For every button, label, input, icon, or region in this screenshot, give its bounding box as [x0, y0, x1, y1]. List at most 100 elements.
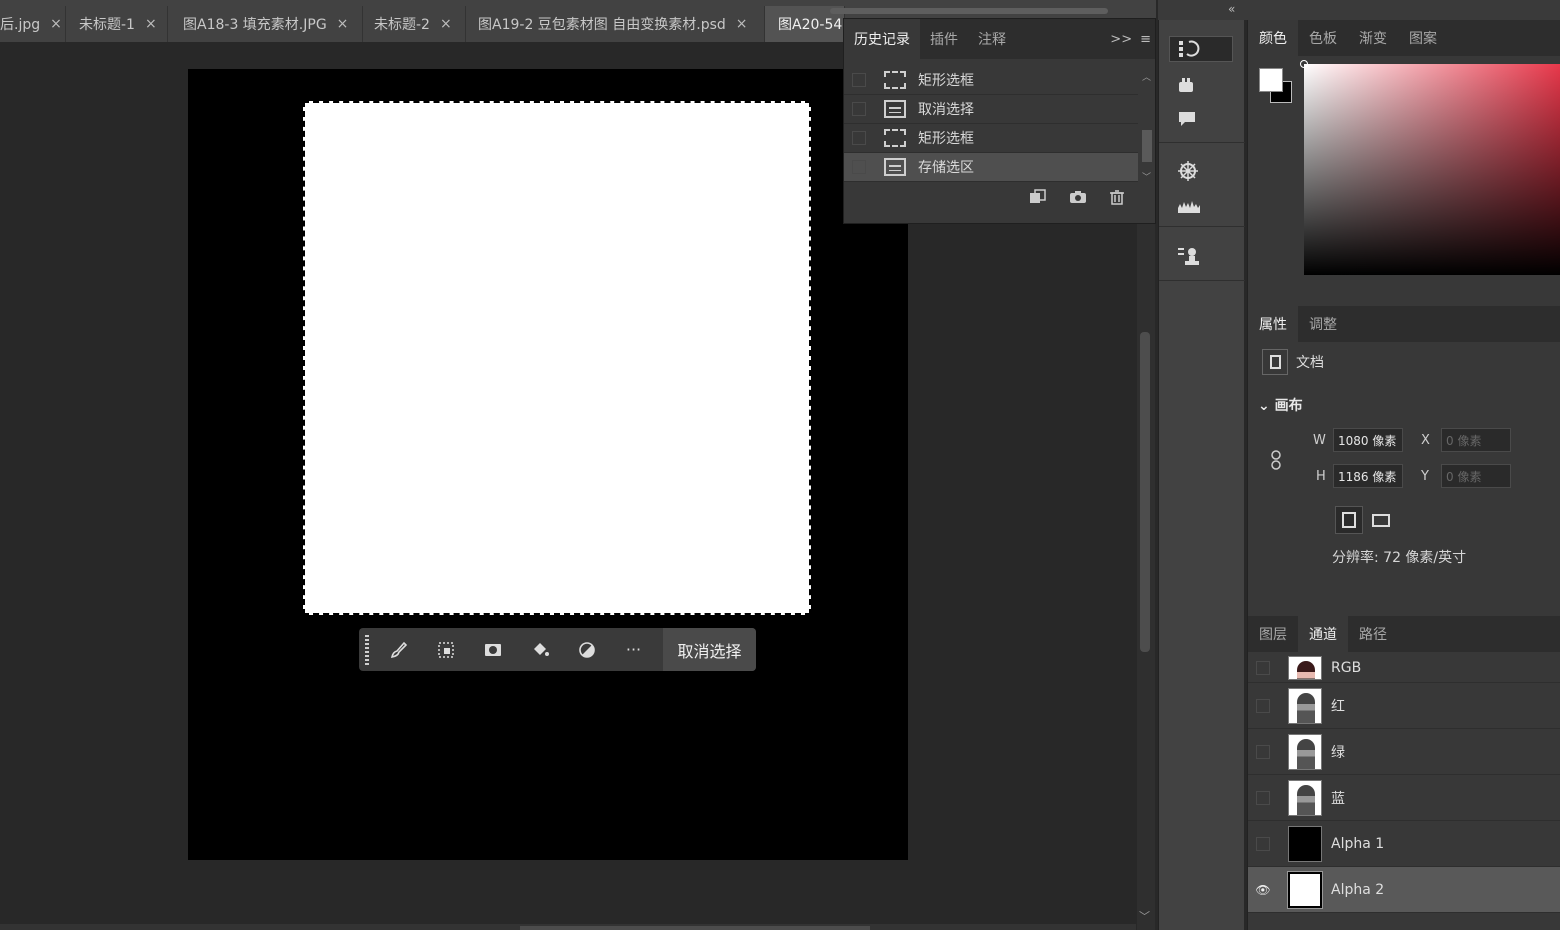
close-icon[interactable]: × [736, 16, 748, 32]
tab-scrollbar[interactable] [830, 8, 1108, 14]
y-field[interactable]: 0 像素 [1441, 464, 1511, 488]
histogram-icon[interactable] [1169, 192, 1233, 218]
doc-tab-1[interactable]: 未标题-1 × [66, 6, 168, 42]
collapse-icon[interactable]: « [1228, 2, 1235, 16]
history-scrollbar[interactable]: ︿ ﹀ [1140, 66, 1154, 184]
scrollbar-thumb[interactable] [1140, 332, 1150, 652]
tab-patterns[interactable]: 图案 [1398, 20, 1448, 56]
chevron-down-icon[interactable]: ﹀ [1139, 908, 1150, 924]
color-picker-field[interactable] [1300, 60, 1560, 275]
scrollbar-thumb[interactable] [1142, 130, 1152, 162]
channel-row-blue[interactable]: 蓝 [1248, 775, 1560, 821]
portrait-orientation-button[interactable] [1335, 506, 1363, 534]
horizontal-scrollbar[interactable] [0, 924, 1136, 930]
snapshot-checkbox[interactable] [852, 160, 866, 174]
expand-icon[interactable]: >> [1110, 32, 1132, 47]
snapshot-checkbox[interactable] [852, 102, 866, 116]
mask-icon[interactable] [469, 628, 516, 671]
tab-notes[interactable]: 注释 [968, 19, 1016, 59]
x-field[interactable]: 0 像素 [1441, 428, 1511, 452]
tab-swatches[interactable]: 色板 [1298, 20, 1348, 56]
rectangular-selection[interactable] [303, 101, 811, 615]
canvas-section-toggle[interactable]: ⌄ 画布 [1258, 395, 1303, 415]
close-icon[interactable]: × [50, 16, 62, 32]
close-icon[interactable]: × [145, 16, 157, 32]
tab-layers[interactable]: 图层 [1248, 616, 1298, 652]
history-icon[interactable] [1169, 36, 1233, 62]
fill-bucket-icon[interactable] [516, 628, 563, 671]
channel-row-alpha-2[interactable]: 👁 Alpha 2 [1248, 867, 1560, 913]
doc-tab-2[interactable]: 图A18-3 填充素材.JPG × [168, 6, 363, 42]
doc-tab-4[interactable]: 图A19-2 豆包素材图 自由变换素材.psd × [466, 6, 765, 42]
menu-icon[interactable]: ≡ [1140, 32, 1151, 47]
visibility-toggle[interactable] [1256, 744, 1270, 759]
adjustment-icon[interactable] [563, 628, 610, 671]
doc-tab-label: 图A19-2 豆包素材图 自由变换素材.psd [478, 17, 726, 33]
drag-handle-icon[interactable] [359, 628, 375, 671]
trash-icon[interactable] [1109, 189, 1125, 205]
history-item[interactable]: 矩形选框 [844, 66, 1138, 95]
brush-icon[interactable] [375, 628, 422, 671]
document-icon [884, 100, 906, 118]
snapshot-checkbox[interactable] [852, 131, 866, 145]
doc-tab-3[interactable]: 未标题-2 × [363, 6, 466, 42]
tab-adjustments[interactable]: 调整 [1298, 306, 1348, 342]
history-item[interactable]: 取消选择 [844, 95, 1138, 124]
channel-row-green[interactable]: 绿 [1248, 729, 1560, 775]
more-icon[interactable]: ··· [610, 628, 657, 671]
visibility-toggle[interactable] [1256, 836, 1270, 851]
width-field[interactable]: 1080 像素 [1333, 428, 1403, 452]
chevron-down-icon[interactable]: ﹀ [1142, 170, 1151, 183]
color-panel-tabs: 颜色 色板 渐变 图案 [1248, 20, 1560, 56]
channel-row-rgb[interactable]: RGB [1248, 654, 1560, 683]
camera-icon[interactable] [1069, 189, 1087, 205]
history-item-label: 取消选择 [918, 102, 974, 118]
divider [1159, 226, 1245, 227]
channel-name: Alpha 1 [1331, 835, 1385, 852]
close-icon[interactable]: × [337, 16, 349, 32]
doc-tab-label: 图A20-54 [778, 17, 843, 33]
channel-row-alpha-1[interactable]: Alpha 1 [1248, 821, 1560, 867]
visibility-toggle[interactable] [1256, 661, 1270, 675]
tab-gradients[interactable]: 渐变 [1348, 20, 1398, 56]
tab-channels[interactable]: 通道 [1298, 616, 1348, 652]
doc-tab-label: 未标题-1 [79, 17, 135, 33]
new-document-from-state-icon[interactable] [1029, 189, 1047, 205]
history-item-selected[interactable]: 存储选区 [844, 153, 1138, 182]
plugin-icon[interactable] [1169, 72, 1233, 98]
visibility-toggle[interactable] [1256, 698, 1270, 713]
divider [1159, 142, 1245, 143]
document-canvas[interactable] [188, 69, 908, 860]
doc-tab-0[interactable]: 后.jpg × [0, 6, 66, 42]
close-icon[interactable]: × [440, 16, 452, 32]
deselect-button[interactable]: 取消选择 [663, 628, 756, 671]
tab-paths[interactable]: 路径 [1348, 616, 1398, 652]
compass-icon[interactable] [1169, 158, 1233, 184]
color-picker-cursor[interactable] [1300, 60, 1308, 68]
tab-plugins[interactable]: 插件 [920, 19, 968, 59]
tab-properties[interactable]: 属性 [1248, 306, 1298, 342]
landscape-orientation-button[interactable] [1367, 506, 1395, 534]
eye-icon[interactable]: 👁 [1255, 883, 1270, 897]
chevron-up-icon[interactable]: ︿ [1142, 70, 1151, 83]
channel-name: 红 [1331, 698, 1345, 715]
channel-list: RGB 红 绿 蓝 Alpha 1 👁 Alpha 2 [1248, 654, 1560, 913]
snapshot-checkbox[interactable] [852, 73, 866, 87]
foreground-color-swatch[interactable] [1259, 68, 1283, 92]
resolution-text: 分辨率: 72 像素/英寸 [1332, 550, 1467, 566]
tab-color[interactable]: 颜色 [1248, 20, 1298, 56]
comment-icon[interactable] [1169, 106, 1233, 132]
transform-selection-icon[interactable] [422, 628, 469, 671]
height-field[interactable]: 1186 像素 [1333, 464, 1403, 488]
channel-thumbnail [1288, 733, 1322, 770]
channel-row-red[interactable]: 红 [1248, 683, 1560, 729]
height-label: H [1316, 468, 1326, 484]
clone-source-icon[interactable] [1169, 244, 1233, 270]
history-item[interactable]: 矩形选框 [844, 124, 1138, 153]
channel-thumbnail [1288, 779, 1322, 816]
scrollbar-thumb[interactable] [520, 926, 870, 930]
divider [1159, 280, 1245, 281]
visibility-toggle[interactable] [1256, 790, 1270, 805]
tab-history[interactable]: 历史记录 [844, 19, 920, 59]
link-icon[interactable] [1270, 450, 1282, 474]
